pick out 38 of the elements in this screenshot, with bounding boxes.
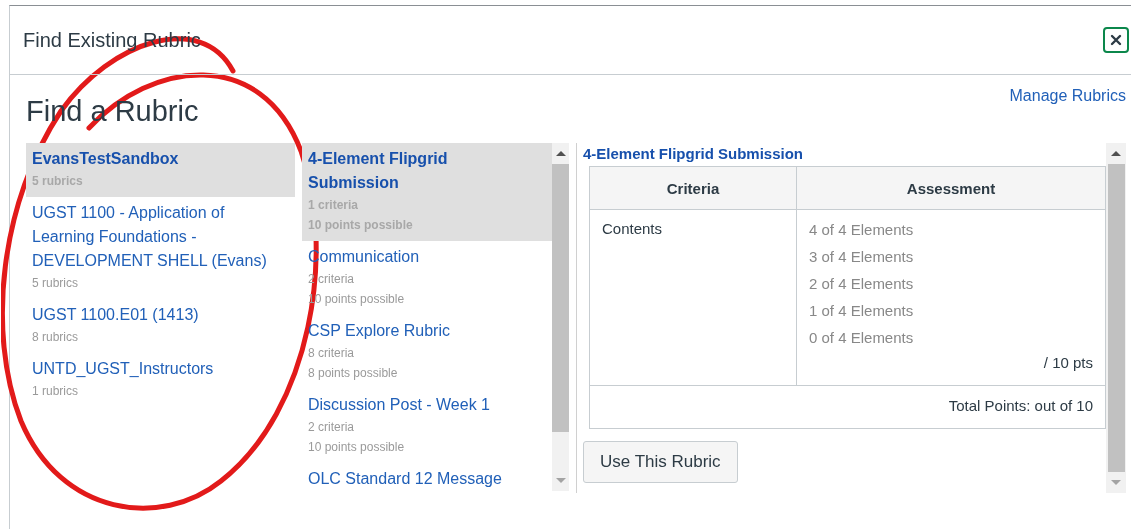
course-list-item[interactable]: UGST 1100 - Application of Learning Foundations - DEVELOPMENT SHELL (Evans) 5 rubrics	[26, 197, 295, 299]
rubric-count: 8 rubrics	[32, 329, 79, 346]
course-list-item[interactable]: UNTD_UGST_Instructors 1 rubrics	[26, 353, 295, 407]
rating-text: 2 of 4 Elements	[809, 274, 915, 294]
points-possible: 8 points possible	[308, 365, 399, 382]
criterion-cell: Contents	[589, 209, 797, 386]
close-icon	[1110, 34, 1122, 46]
use-rubric-button[interactable]: Use This Rubric	[583, 441, 738, 483]
points-text: / 10 pts	[1042, 353, 1093, 373]
close-button[interactable]	[1103, 27, 1129, 53]
course-name: UNTD_UGST_Instructors	[32, 359, 215, 379]
rubric-list-item[interactable]: OLC Standard 12 Message	[302, 463, 552, 491]
rubric-preview-title: 4-Element Flipgrid Submission	[583, 144, 805, 164]
total-points: Total Points: out of 10	[589, 385, 1106, 429]
rating-text: 4 of 4 Elements	[809, 220, 915, 240]
column-header: Assessment	[796, 166, 1106, 210]
course-name: UGST 1100.E01 (1413)	[32, 305, 200, 325]
rating-text: 3 of 4 Elements	[809, 247, 915, 267]
course-list-item[interactable]: UGST 1100.E01 (1413) 8 rubrics	[26, 299, 295, 353]
rubric-title: OLC Standard 12 Message	[308, 469, 503, 489]
rubric-title: CSP Explore Rubric	[308, 321, 451, 341]
points-possible: 10 points possible	[308, 439, 406, 456]
course-name: UGST 1100 - Application of Learning Foundations - DEVELOPMENT SHELL (Evans)	[32, 203, 268, 271]
rubric-count: 5 rubrics	[32, 275, 79, 292]
criteria-count: 8 criteria	[308, 345, 355, 362]
rubric-count: 1 rubrics	[32, 383, 79, 400]
rating-text: 0 of 4 Elements	[809, 328, 915, 348]
column-header: Criteria	[589, 166, 797, 210]
rating-text: 1 of 4 Elements	[809, 301, 915, 321]
rubric-list-item[interactable]: Discussion Post - Week 1 2 criteria 10 points possible	[302, 389, 552, 463]
course-name: EvansTestSandbox	[32, 149, 180, 169]
scrollbar[interactable]	[552, 143, 569, 491]
scrollbar[interactable]	[1106, 143, 1126, 493]
manage-rubrics-link[interactable]: Manage Rubrics	[1009, 87, 1126, 105]
rubric-title: 4-Element Flipgrid Submission	[308, 149, 449, 193]
rubric-list-item[interactable]: CSP Explore Rubric 8 criteria 8 points possible	[302, 315, 552, 389]
rubric-title: Discussion Post - Week 1	[308, 395, 491, 415]
criteria-count: 2 criteria	[308, 419, 355, 436]
